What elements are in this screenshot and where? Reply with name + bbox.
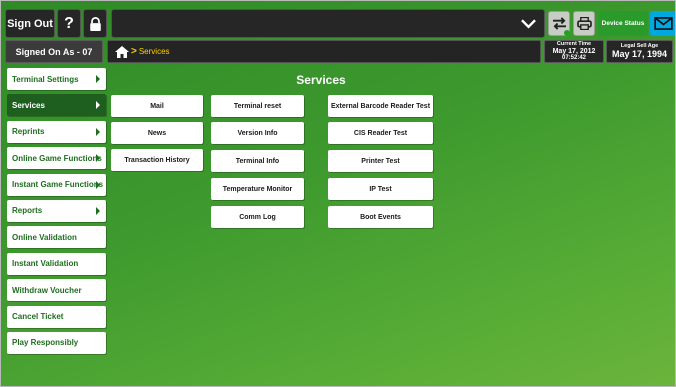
sidebar-item-label: Play Responsibly — [12, 338, 79, 348]
chevron-right-icon — [96, 75, 100, 83]
lock-button[interactable] — [83, 9, 107, 38]
device-status-button[interactable]: Device Status — [598, 11, 648, 36]
external-barcode-reader-test-button[interactable]: External Barcode Reader Test — [328, 95, 433, 117]
signed-on-label: Signed On As - 07 — [5, 40, 103, 63]
printer-icon — [576, 17, 592, 30]
top-bar: Sign Out ? Device Status — [5, 9, 675, 38]
sidebar-item-reprints[interactable]: Reprints — [7, 120, 106, 143]
legal-sell-age-display: Legal Sell Age May 17, 1994 — [606, 40, 673, 63]
help-button[interactable]: ? — [57, 9, 81, 38]
sidebar-item-label: Instant Game Functions — [12, 180, 104, 190]
current-time-display: Current Time May 17, 2012 07:52:42 — [544, 40, 604, 63]
terminal-info-button[interactable]: Terminal Info — [211, 150, 304, 172]
legal-sell-age-date: May 17, 1994 — [611, 49, 668, 60]
comm-log-button[interactable]: Comm Log — [211, 206, 304, 228]
envelope-icon — [654, 17, 673, 30]
sidebar-item-reports[interactable]: Reports — [7, 199, 106, 222]
page-title: Services — [296, 73, 346, 87]
cis-reader-test-button[interactable]: CIS Reader Test — [328, 122, 433, 144]
breadcrumb-separator: > — [131, 46, 137, 57]
boot-events-button[interactable]: Boot Events — [328, 206, 433, 228]
sidebar-item-withdraw-voucher[interactable]: Withdraw Voucher — [7, 279, 106, 302]
lock-icon — [89, 16, 101, 31]
current-date: May 17, 2012 — [552, 47, 596, 55]
printer-button[interactable] — [573, 11, 595, 36]
chevron-right-icon — [96, 127, 100, 136]
sidebar-item-label: Reports — [12, 206, 43, 216]
message-bar[interactable] — [111, 9, 545, 38]
sidebar-item-play-responsibly[interactable]: Play Responsibly — [7, 331, 106, 354]
news-button[interactable]: News — [111, 122, 203, 144]
current-time: 07:52:42 — [561, 54, 587, 61]
breadcrumb-current: Services — [138, 47, 170, 56]
version-info-button[interactable]: Version Info — [211, 122, 304, 144]
mail-button[interactable]: Mail — [111, 95, 203, 117]
temperature-monitor-button[interactable]: Temperature Monitor — [211, 178, 304, 200]
sidebar-item-label: Terminal Settings — [12, 74, 79, 84]
sidebar-item-instant-game-functions[interactable]: Instant Game Functions — [7, 173, 106, 196]
ip-test-button[interactable]: IP Test — [328, 178, 433, 200]
sidebar-item-label: Withdraw Voucher — [12, 285, 82, 295]
sidebar-item-label: Online Validation — [12, 232, 77, 242]
printer-test-button[interactable]: Printer Test — [328, 150, 433, 172]
chevron-right-icon — [96, 206, 100, 215]
sync-icon — [552, 17, 566, 30]
sync-status-dot — [564, 30, 570, 36]
chevron-right-icon — [96, 154, 100, 163]
sidebar-item-online-game-functions[interactable]: Online Game Functions — [7, 147, 106, 170]
sign-out-button[interactable]: Sign Out — [5, 9, 55, 38]
chevron-right-icon — [96, 101, 100, 110]
transaction-history-button[interactable]: Transaction History — [111, 149, 203, 171]
terminal-reset-button[interactable]: Terminal reset — [211, 95, 304, 117]
sidebar-item-label: Online Game Functions — [12, 153, 102, 163]
home-icon[interactable] — [114, 45, 130, 59]
sidebar-item-instant-validation[interactable]: Instant Validation — [7, 252, 106, 275]
messages-button[interactable] — [650, 11, 675, 36]
chevron-down-icon[interactable] — [521, 18, 536, 29]
sidebar-item-label: Instant Validation — [12, 259, 79, 269]
sidebar: Terminal Settings Services Reprints Onli… — [7, 68, 106, 358]
sidebar-item-terminal-settings[interactable]: Terminal Settings — [7, 68, 106, 90]
app-frame: Sign Out ? Device Status Signed On As - … — [0, 0, 676, 387]
sidebar-item-label: Cancel Ticket — [12, 312, 64, 322]
chevron-right-icon — [96, 180, 100, 189]
sidebar-item-cancel-ticket[interactable]: Cancel Ticket — [7, 305, 106, 328]
sidebar-item-label: Services — [12, 100, 45, 110]
breadcrumb: > Services — [107, 40, 541, 63]
sidebar-item-label: Reprints — [12, 127, 45, 137]
sidebar-item-services[interactable]: Services — [7, 94, 106, 117]
sidebar-item-online-validation[interactable]: Online Validation — [7, 226, 106, 249]
